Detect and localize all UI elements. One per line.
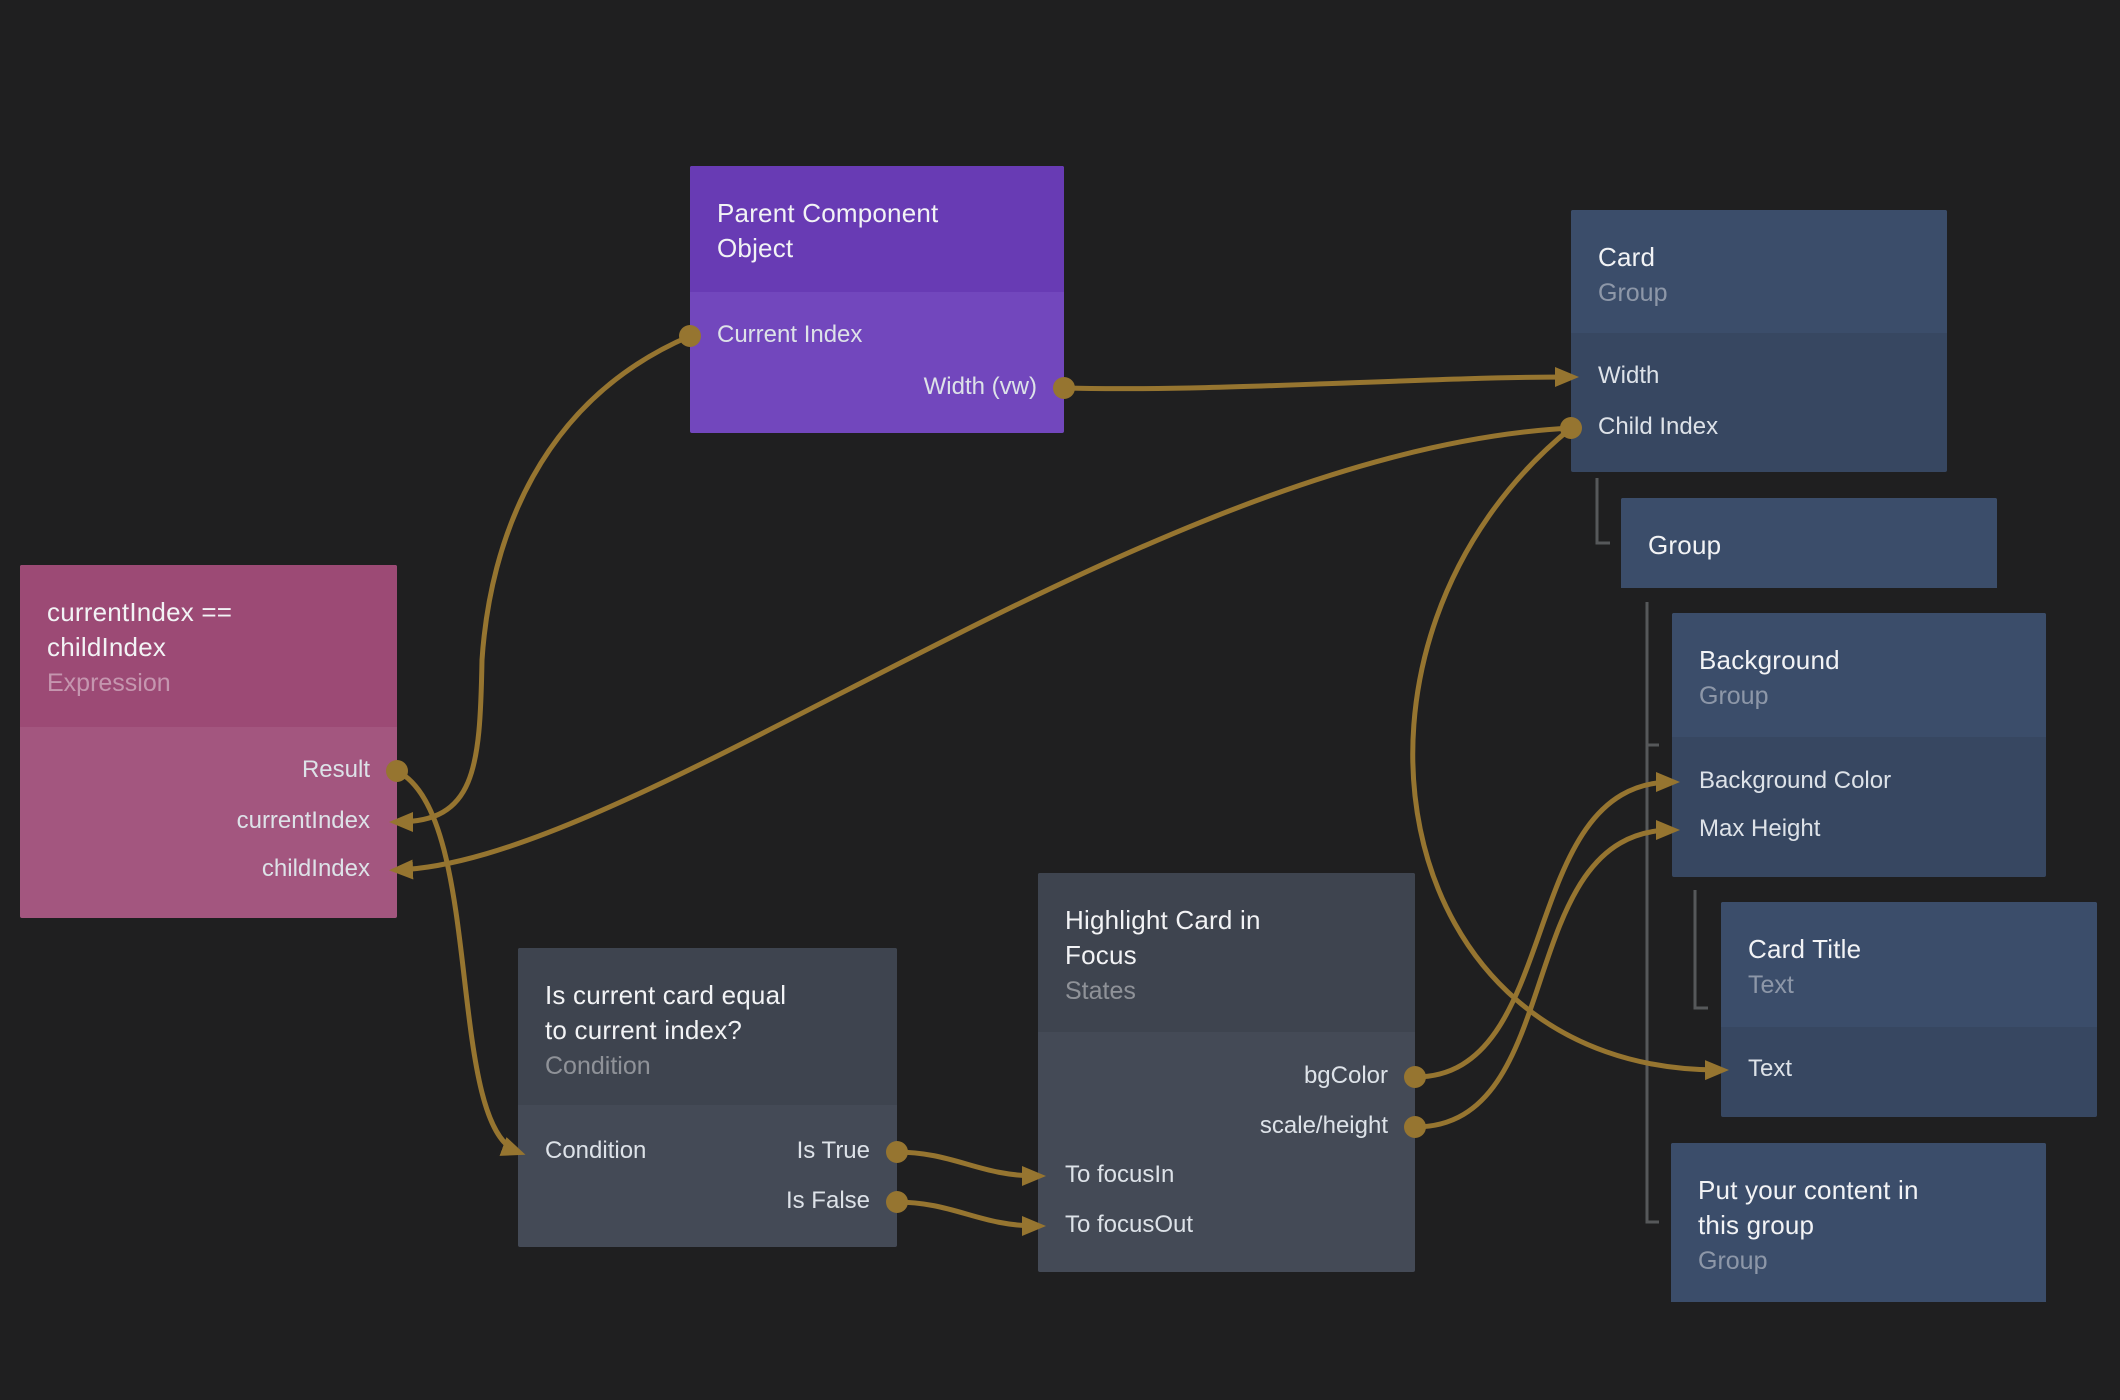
node-subtitle: Expression xyxy=(47,668,370,698)
node-title: Is current card equal to current index? xyxy=(545,978,870,1048)
node-header-condition[interactable]: Is current card equal to current index?C… xyxy=(518,948,897,1105)
node-subtitle: States xyxy=(1065,976,1388,1006)
node-background[interactable]: BackgroundGroup Background Color Max Heigh… xyxy=(1672,613,2046,877)
node-title: Card Title xyxy=(1748,932,2070,967)
wire-condition-is-true-to-highlight-card-in-focus-to-focusin[interactable] xyxy=(895,1152,1038,1176)
port-label: Width (vw) xyxy=(924,375,1037,399)
port-label: To focusIn xyxy=(1065,1163,1174,1187)
port-label: Is True xyxy=(797,1139,870,1163)
node-subtitle: Group xyxy=(1598,278,1920,308)
port-label: childIndex xyxy=(262,857,370,881)
node-header-parent-component-object[interactable]: Parent Component Object xyxy=(690,166,1064,292)
port-label: Is False xyxy=(786,1189,870,1213)
node-title: Parent Component Object xyxy=(717,196,1037,266)
node-title: Background xyxy=(1699,643,2019,678)
port-label: Background Color xyxy=(1699,769,1891,793)
node-put-your-content-in-this-group[interactable]: Put your content in this groupGroup xyxy=(1671,1143,2046,1302)
wire-highlight-card-in-focus-bgcolor-to-background-background-color[interactable] xyxy=(1415,782,1672,1077)
node-title: Highlight Card in Focus xyxy=(1065,903,1388,973)
node-group[interactable]: Group xyxy=(1621,498,1997,588)
node-subtitle: Text xyxy=(1748,970,2070,1000)
node-subtitle: Condition xyxy=(545,1051,870,1081)
node-header-put-your-content-in-this-group[interactable]: Put your content in this groupGroup xyxy=(1671,1143,2046,1302)
node-expression[interactable]: currentIndex == childIndexExpression Resu… xyxy=(20,565,397,918)
wire-expression-result-to-condition-condition[interactable] xyxy=(397,771,518,1152)
node-card-title[interactable]: Card TitleTextText xyxy=(1721,902,2097,1117)
tree-line-group-put-your-content-in-this-group xyxy=(1647,602,1659,1222)
node-subtitle: Group xyxy=(1698,1246,2019,1276)
node-highlight-card-in-focus[interactable]: Highlight Card in FocusStates bgColor scal… xyxy=(1038,873,1415,1272)
node-title: Group xyxy=(1648,528,1970,563)
wire-parent-component-object-current-index-to-expression-currentindex[interactable] xyxy=(397,336,690,822)
port-label: currentIndex xyxy=(237,809,370,833)
node-header-background[interactable]: BackgroundGroup xyxy=(1672,613,2046,737)
tree-line-background-card-title xyxy=(1695,890,1708,1008)
port-label: Condition xyxy=(545,1139,646,1163)
node-subtitle: Group xyxy=(1699,681,2019,711)
wire-parent-component-object-width-vw-to-card-width[interactable] xyxy=(1064,377,1571,389)
tree-line-card-group xyxy=(1597,478,1610,543)
patch-editor-canvas[interactable]: Parent Component Object Current Index Widt… xyxy=(0,0,2120,1400)
node-title: Card xyxy=(1598,240,1920,275)
port-label: Child Index xyxy=(1598,415,1718,439)
wire-card-child-index-to-expression-childindex[interactable] xyxy=(397,428,1571,870)
node-condition[interactable]: Is current card equal to current index?C… xyxy=(518,948,897,1247)
port-label: Result xyxy=(302,758,370,782)
node-card[interactable]: CardGroup Width Child Index xyxy=(1571,210,1947,472)
node-header-card[interactable]: CardGroup xyxy=(1571,210,1947,333)
node-header-highlight-card-in-focus[interactable]: Highlight Card in FocusStates xyxy=(1038,873,1415,1032)
port-label: Text xyxy=(1748,1057,1792,1081)
node-header-group[interactable]: Group xyxy=(1621,498,1997,588)
node-title: currentIndex == childIndex xyxy=(47,595,370,665)
node-header-card-title[interactable]: Card TitleText xyxy=(1721,902,2097,1027)
node-parent-component-object[interactable]: Parent Component Object Current Index Widt… xyxy=(690,166,1064,433)
port-label: Width xyxy=(1598,364,1659,388)
port-label: Max Height xyxy=(1699,817,1820,841)
node-header-expression[interactable]: currentIndex == childIndexExpression xyxy=(20,565,397,727)
wire-highlight-card-in-focus-scale-height-to-background-max-height[interactable] xyxy=(1415,830,1672,1127)
port-label: scale/height xyxy=(1260,1114,1388,1138)
port-label: Current Index xyxy=(717,323,862,347)
node-title: Put your content in this group xyxy=(1698,1173,2019,1243)
port-label: To focusOut xyxy=(1065,1213,1193,1237)
port-label: bgColor xyxy=(1304,1064,1388,1088)
wire-condition-is-false-to-highlight-card-in-focus-to-focusout[interactable] xyxy=(895,1202,1038,1226)
